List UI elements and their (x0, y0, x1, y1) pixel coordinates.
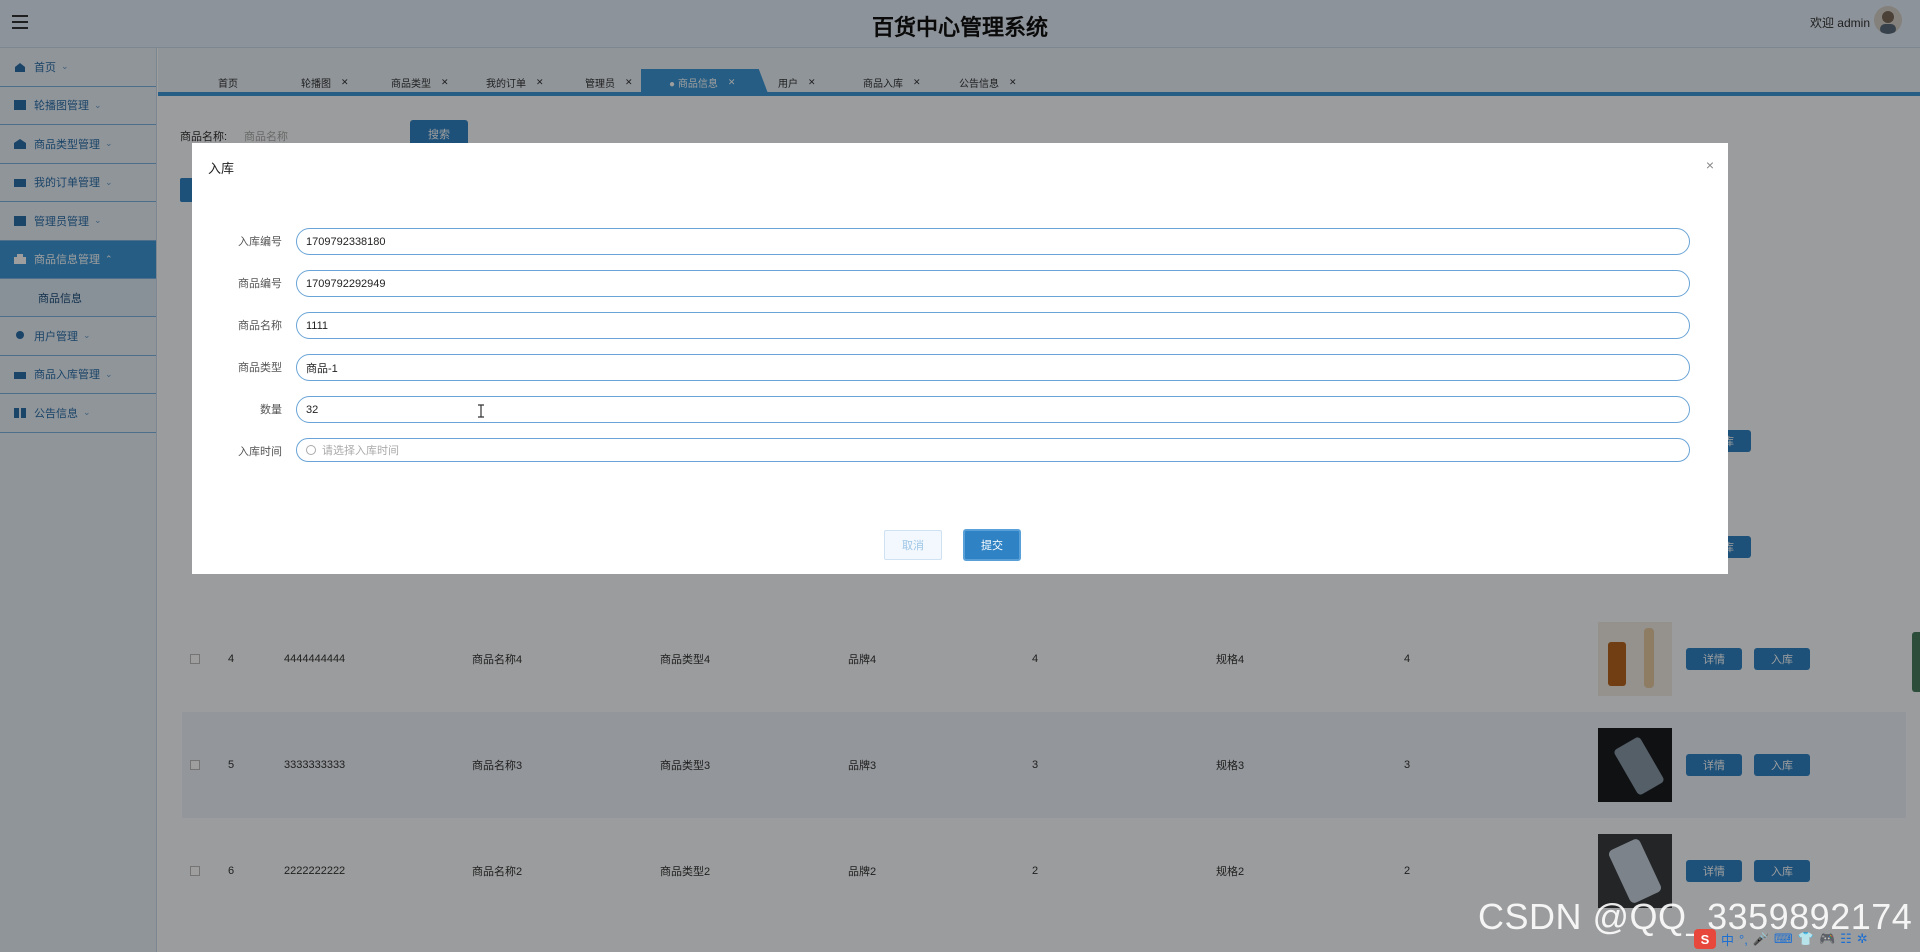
product-type-input[interactable]: 商品-1 (296, 354, 1690, 381)
submit-button[interactable]: 提交 (963, 529, 1021, 561)
field-label: 入库时间 (238, 446, 282, 458)
form-row-product-type: 商品类型 商品-1 (192, 354, 1728, 382)
ime-logo-icon[interactable]: S (1694, 929, 1716, 949)
field-label: 数量 (260, 404, 282, 416)
field-label: 商品类型 (238, 362, 282, 374)
clock-icon (306, 445, 316, 455)
side-handle[interactable] (1912, 632, 1920, 692)
ime-toolbar: S 中 °, 🎤 ⌨ 👕 🎮 ☷ ✲ (1694, 928, 1868, 950)
field-label: 商品编号 (238, 278, 282, 290)
field-label: 商品名称 (238, 320, 282, 332)
form-row-product-no: 商品编号 1709792292949 (192, 270, 1728, 298)
microphone-icon[interactable]: 🎤 (1753, 931, 1769, 947)
quantity-input[interactable]: 32 (296, 396, 1690, 423)
skin-icon[interactable]: 👕 (1798, 931, 1814, 947)
form-row-stock-in-time: 入库时间 请选择入库时间 (192, 438, 1728, 466)
dialog-title: 入库 (208, 161, 235, 176)
settings-icon[interactable]: ✲ (1857, 931, 1868, 947)
product-number-input[interactable]: 1709792292949 (296, 270, 1690, 297)
product-name-input[interactable]: 1111 (296, 312, 1690, 339)
form-row-quantity: 数量 32 (192, 396, 1728, 424)
cancel-button[interactable]: 取消 (884, 530, 942, 560)
stock-in-time-picker[interactable]: 请选择入库时间 (296, 438, 1690, 462)
stock-in-number-input[interactable]: 1709792338180 (296, 228, 1690, 255)
form-row-product-name: 商品名称 1111 (192, 312, 1728, 340)
date-placeholder: 请选择入库时间 (322, 445, 399, 457)
text-cursor-icon (478, 404, 484, 418)
field-label: 入库编号 (238, 236, 282, 248)
game-icon[interactable]: 🎮 (1819, 931, 1835, 947)
grid-icon[interactable]: ☷ (1840, 931, 1852, 947)
stock-in-dialog: 入库 × 入库编号 1709792338180 商品编号 17097922929… (192, 143, 1728, 574)
close-icon[interactable]: × (1706, 157, 1714, 173)
ime-punct[interactable]: °, (1739, 932, 1748, 947)
ime-lang[interactable]: 中 (1721, 930, 1734, 949)
form-row-stock-in-no: 入库编号 1709792338180 (192, 228, 1728, 256)
keyboard-icon[interactable]: ⌨ (1774, 931, 1793, 947)
